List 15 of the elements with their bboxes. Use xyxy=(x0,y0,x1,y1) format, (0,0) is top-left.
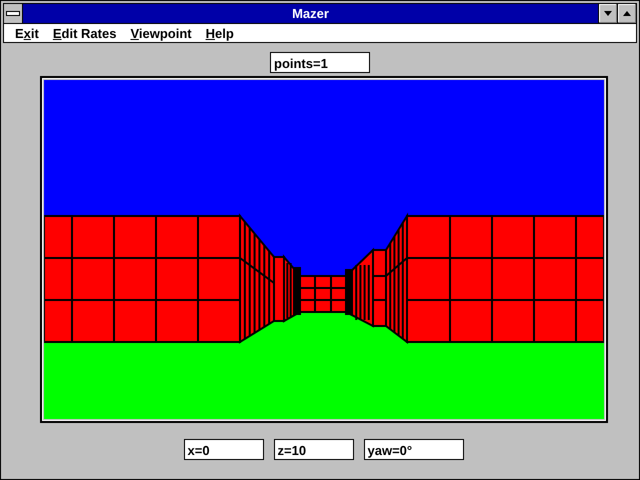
down-arrow-icon xyxy=(604,11,612,16)
coordinate-field: yaw=0° xyxy=(364,439,464,460)
maximize-button[interactable] xyxy=(617,4,636,23)
menu-item[interactable]: Help xyxy=(198,26,241,40)
menu-item[interactable]: Viewpoint xyxy=(123,26,199,40)
coordinate-field: x=0 xyxy=(184,439,264,460)
window-title: Mazer xyxy=(291,5,330,23)
dash-icon xyxy=(6,11,20,16)
points-field: points=1 xyxy=(270,52,370,73)
menu-item[interactable]: Exit xyxy=(8,26,46,40)
system-menu-button[interactable] xyxy=(4,4,23,23)
coordinate-field: z=10 xyxy=(274,439,354,460)
up-arrow-icon xyxy=(623,11,631,16)
minimize-button[interactable] xyxy=(598,4,617,23)
menu-item[interactable]: Edit Rates xyxy=(46,26,124,40)
